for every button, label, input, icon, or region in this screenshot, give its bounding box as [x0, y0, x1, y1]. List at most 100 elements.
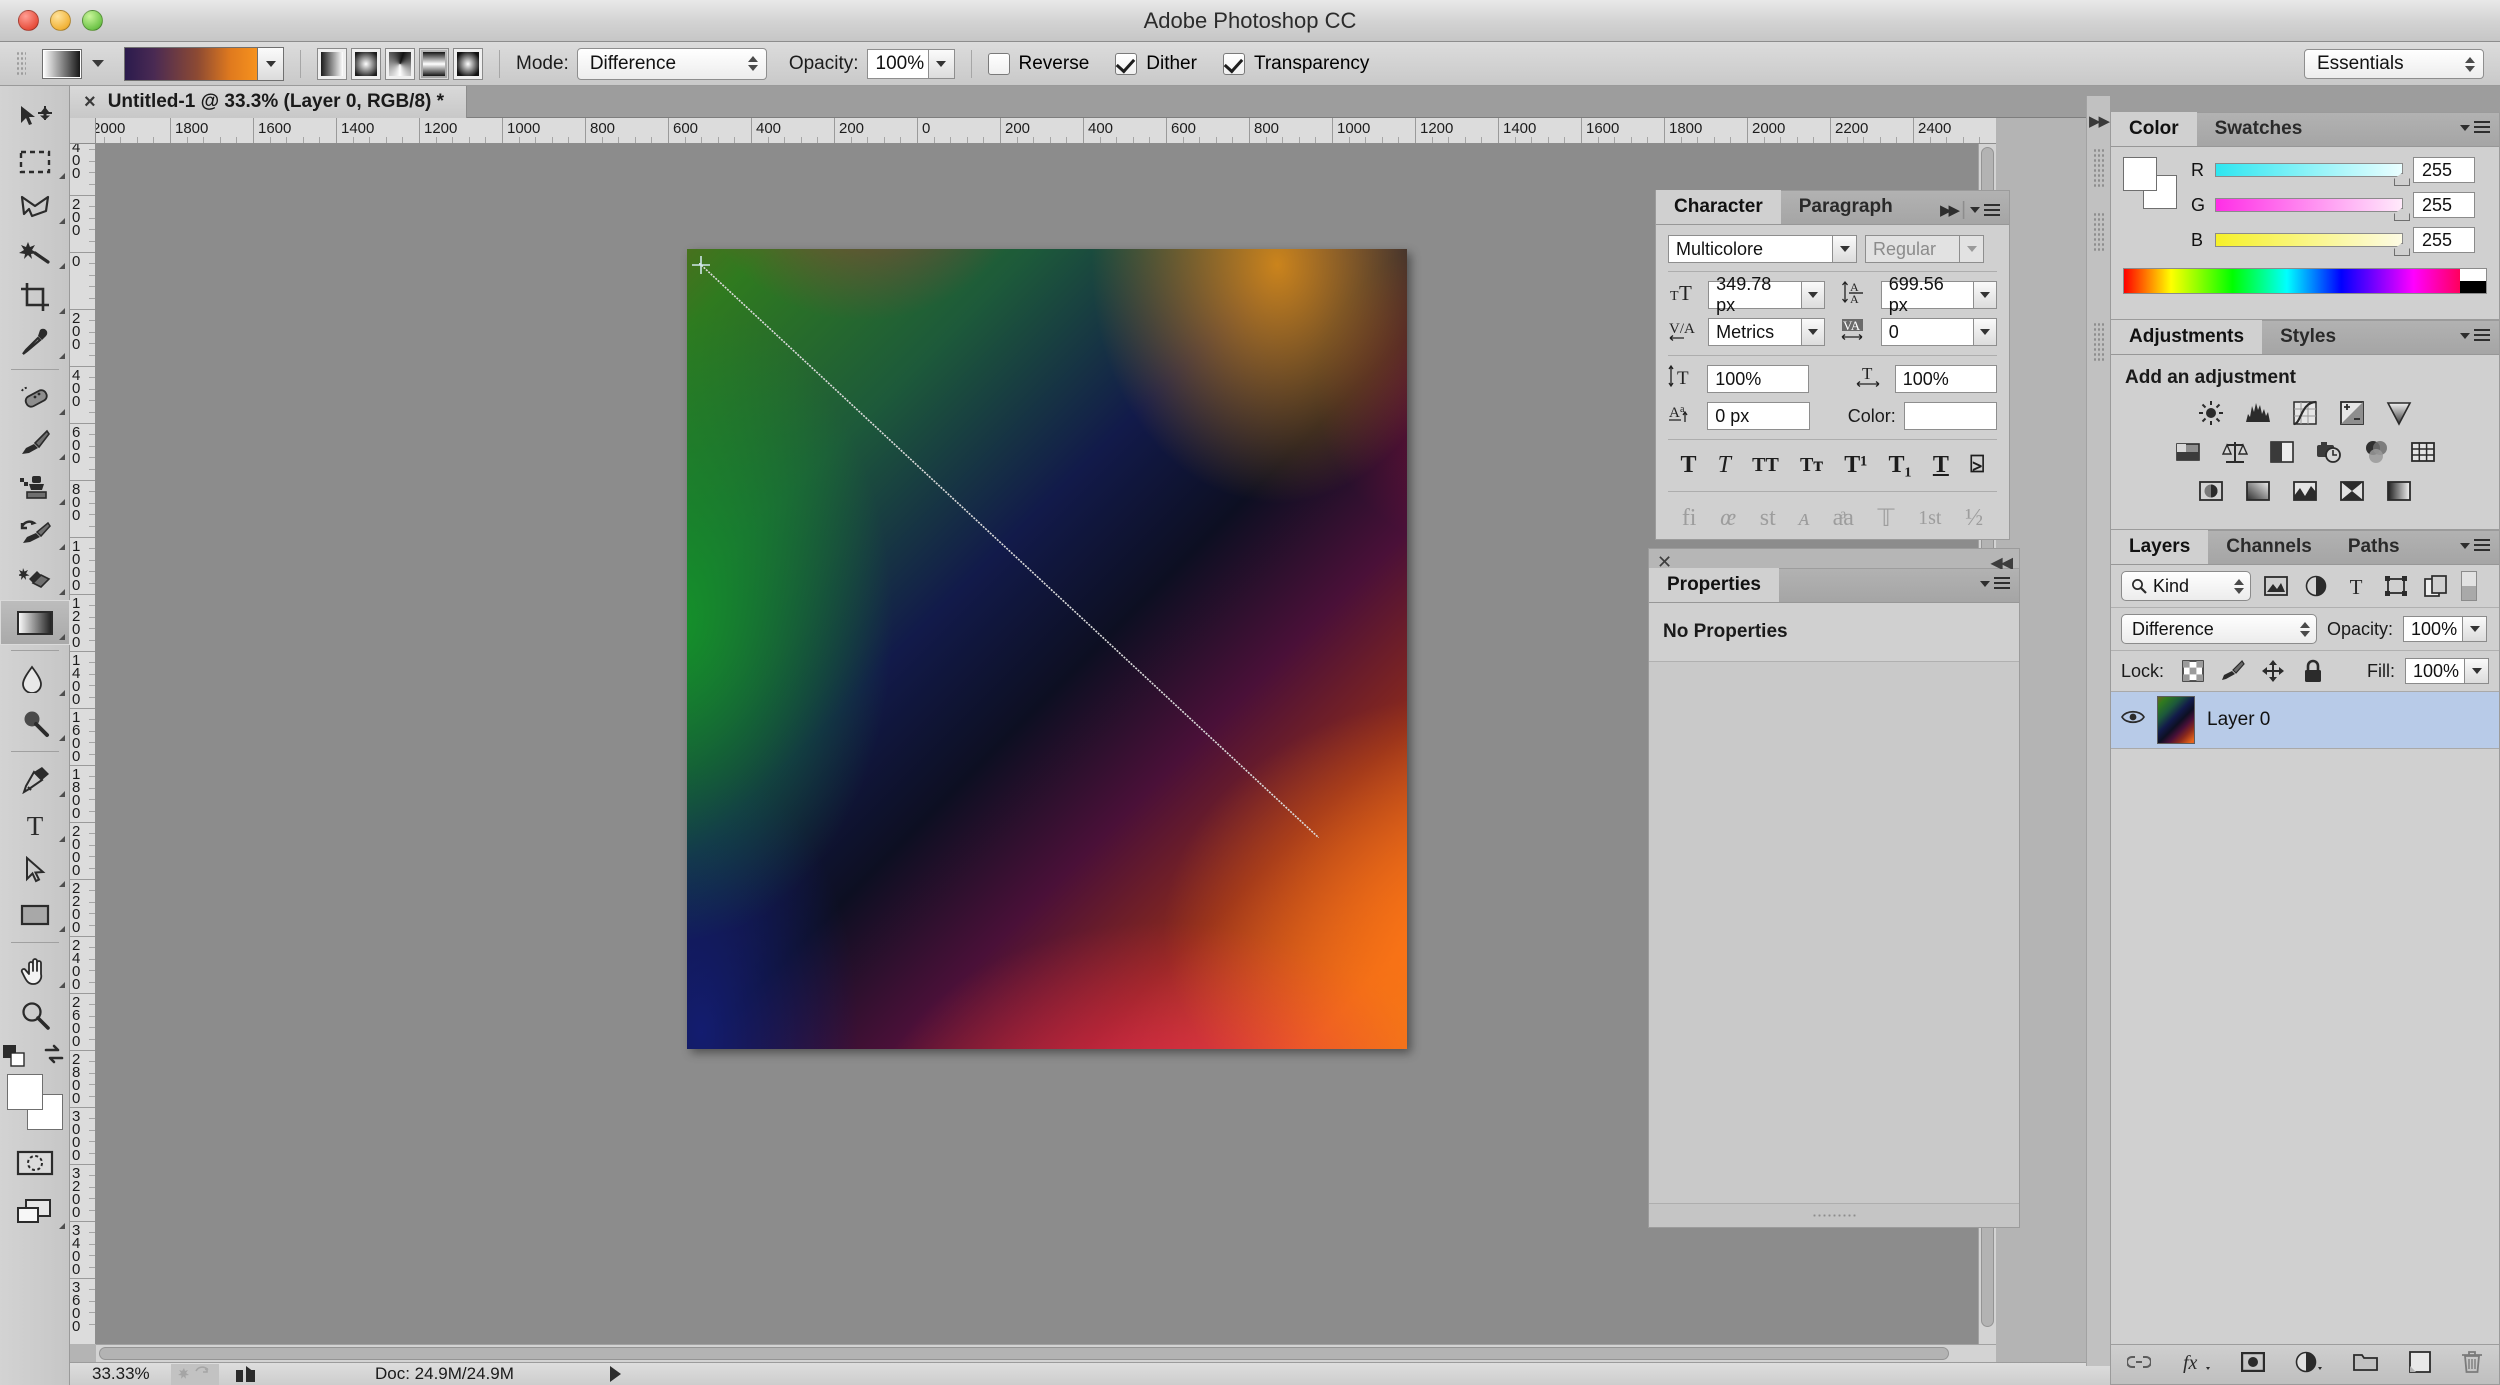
- green-value[interactable]: 255: [2413, 192, 2475, 218]
- vertical-ruler[interactable]: 400 200 0 200 400 600 800 1000 1200 1400 1600 1800 2…: [70, 144, 96, 1344]
- strikethrough-button[interactable]: ⍄: [1970, 452, 1984, 479]
- color-panel-swatches[interactable]: [2123, 157, 2177, 209]
- blue-value[interactable]: 255: [2413, 227, 2475, 253]
- tool-options-corner-icon[interactable]: [59, 690, 65, 696]
- filter-toggle-switch[interactable]: [2461, 571, 2477, 601]
- document-tab[interactable]: × Untitled‑1 @ 33.3% (Layer 0, RGB/8) *: [70, 86, 468, 118]
- green-slider-knob[interactable]: [2394, 208, 2410, 221]
- angle-gradient-icon[interactable]: [385, 47, 415, 80]
- leading-chevron-down-icon[interactable]: [1974, 281, 1998, 309]
- adjustments-panel-menu[interactable]: [2460, 329, 2490, 342]
- gradient-tool[interactable]: [0, 600, 70, 645]
- tool-options-corner-icon[interactable]: [59, 308, 65, 314]
- zoom-tool[interactable]: [0, 993, 70, 1038]
- eraser-tool[interactable]: [0, 555, 70, 600]
- standard-ligatures-button[interactable]: fi: [1682, 505, 1697, 532]
- rectangle-tool[interactable]: [0, 892, 70, 937]
- smartobject-filter-icon[interactable]: [2421, 572, 2451, 600]
- foreground-background-colors[interactable]: [6, 1074, 63, 1130]
- green-slider-track[interactable]: [2215, 198, 2410, 221]
- share-icon[interactable]: [233, 1364, 259, 1384]
- opacity-chevron-down-icon[interactable]: [928, 48, 955, 79]
- posterize-icon[interactable]: [2244, 477, 2272, 505]
- panel-menu-triangle-icon[interactable]: [1980, 580, 1990, 587]
- zoom-level[interactable]: 33.33%: [70, 1364, 165, 1384]
- panel-menu-icon[interactable]: [1994, 577, 2010, 590]
- font-row[interactable]: Multicolore Regular: [1668, 235, 1997, 263]
- tool-options-corner-icon[interactable]: [59, 409, 65, 415]
- tab-properties[interactable]: Properties: [1649, 568, 1779, 602]
- horizontal-type-tool[interactable]: T: [0, 802, 70, 847]
- layer-style-icon[interactable]: fx: [2181, 1351, 2211, 1379]
- tool-options-corner-icon[interactable]: [59, 926, 65, 932]
- tool-options-corner-icon[interactable]: [59, 454, 65, 460]
- foreground-color-swatch[interactable]: [6, 1074, 43, 1110]
- hue-saturation-icon[interactable]: [2174, 438, 2202, 466]
- panel-menu-icon[interactable]: [2474, 539, 2490, 552]
- swash-button[interactable]: ᴀ: [1799, 505, 1809, 532]
- baseline-shift-input[interactable]: 0 px: [1707, 402, 1810, 430]
- tool-options-corner-icon[interactable]: [59, 836, 65, 842]
- reverse-checkbox-box[interactable]: [987, 52, 1010, 75]
- font-style-buttons[interactable]: T T TT Tᴛ T¹ T₁ T ⍄: [1668, 448, 1997, 483]
- tool-options-corner-icon[interactable]: [59, 263, 65, 269]
- photo-filter-icon[interactable]: [2315, 438, 2343, 466]
- path-selection-tool[interactable]: [0, 847, 70, 892]
- horizontal-scale-input[interactable]: 100%: [1894, 365, 1997, 393]
- titling-alternates-button[interactable]: 𝕋: [1878, 504, 1895, 533]
- panel-menu-icon[interactable]: [2474, 121, 2490, 134]
- adjustments-panel-tabs[interactable]: Adjustments Styles: [2111, 320, 2499, 355]
- type-filter-icon[interactable]: T: [2341, 572, 2371, 600]
- dodge-tool[interactable]: [0, 701, 70, 746]
- expand-arrows-icon[interactable]: ▶▶: [1940, 201, 1960, 219]
- status-menu-arrow-icon[interactable]: [609, 1366, 621, 1382]
- transparency-checkbox-box[interactable]: [1222, 52, 1245, 75]
- faux-bold-button[interactable]: T: [1681, 452, 1697, 479]
- gradient-preview[interactable]: [125, 47, 257, 80]
- stepper-icon[interactable]: [2220, 578, 2244, 594]
- gradient-type-group[interactable]: [317, 47, 483, 80]
- screen-mode-icon[interactable]: [0, 1189, 70, 1234]
- kerning-chevron-down-icon[interactable]: [1801, 318, 1825, 346]
- gradient-editor-picker[interactable]: [124, 46, 284, 81]
- transparency-checkbox[interactable]: Transparency: [1222, 52, 1369, 75]
- leading-input[interactable]: 699.56 px: [1880, 274, 1975, 315]
- size-leading-row[interactable]: TT 349.78 px AA 699.56 px: [1668, 274, 1998, 315]
- superscript-button[interactable]: T¹: [1844, 452, 1867, 479]
- tab-swatches[interactable]: Swatches: [2197, 112, 2321, 146]
- stepper-icon[interactable]: [2286, 621, 2310, 637]
- clone-stamp-tool[interactable]: [0, 465, 70, 510]
- tool-options-corner-icon[interactable]: [59, 544, 65, 550]
- tool-options-corner-icon[interactable]: [59, 1223, 65, 1229]
- contextual-alternates-button[interactable]: st: [1760, 505, 1776, 532]
- tool-options-corner-icon[interactable]: [59, 791, 65, 797]
- workspace-select[interactable]: Essentials: [2304, 49, 2484, 79]
- reflected-gradient-icon[interactable]: [419, 47, 449, 80]
- shape-filter-icon[interactable]: [2381, 572, 2411, 600]
- lock-position-icon[interactable]: [2258, 657, 2288, 685]
- exposure-icon[interactable]: [2338, 399, 2366, 427]
- threshold-icon[interactable]: [2291, 477, 2319, 505]
- font-family-input[interactable]: Multicolore: [1668, 235, 1833, 263]
- tab-character[interactable]: Character: [1656, 190, 1781, 224]
- dither-checkbox-box[interactable]: [1115, 52, 1138, 75]
- levels-icon[interactable]: [2244, 399, 2272, 427]
- panel-menu-triangle-icon[interactable]: [1970, 207, 1980, 213]
- scrollbar-thumb[interactable]: [99, 1347, 1949, 1360]
- layer-thumbnail[interactable]: [2157, 696, 2195, 744]
- layer-visibility-toggle-icon[interactable]: [2121, 708, 2145, 732]
- font-size-input[interactable]: 349.78 px: [1708, 274, 1802, 315]
- curves-icon[interactable]: [2291, 399, 2319, 427]
- canvas-horizontal-scrollbar[interactable]: [96, 1344, 1996, 1362]
- opentype-buttons[interactable]: fi œ st ᴀ aͣa 𝕋 1st ½: [1668, 500, 1997, 537]
- discretionary-ligatures-button[interactable]: œ: [1720, 505, 1736, 532]
- dock-grip[interactable]: [2092, 322, 2105, 362]
- foreground-color-swatch[interactable]: [2123, 157, 2157, 191]
- color-balance-icon[interactable]: [2221, 438, 2249, 466]
- gradient-map-icon[interactable]: [2385, 477, 2413, 505]
- blur-tool[interactable]: [0, 656, 70, 701]
- blue-slider-knob[interactable]: [2394, 243, 2410, 256]
- hand-tool[interactable]: [0, 948, 70, 993]
- lock-all-icon[interactable]: [2298, 657, 2328, 685]
- tool-options-corner-icon[interactable]: [59, 634, 65, 640]
